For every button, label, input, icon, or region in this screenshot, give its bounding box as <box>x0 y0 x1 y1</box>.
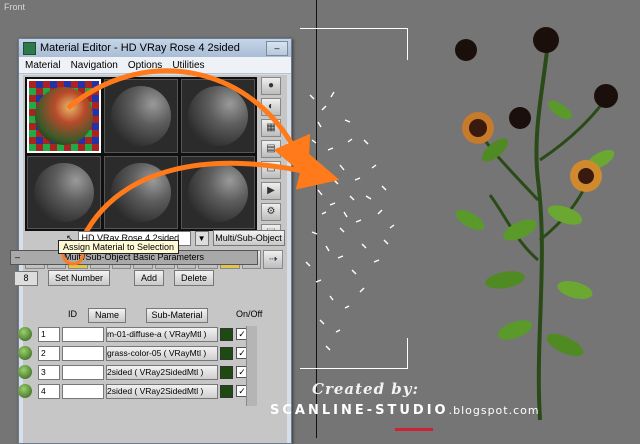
menu-options[interactable]: Options <box>128 60 162 71</box>
sample-slot-6[interactable] <box>181 155 255 229</box>
sub-material-button[interactable]: m-01-diffuse-a ( VRayMtl ) <box>106 327 218 342</box>
credit-domain: .blogspot.com <box>448 404 540 417</box>
window-title: Material Editor - HD VRay Rose 4 2sided <box>40 42 240 54</box>
sample-type-icon[interactable]: ● <box>261 77 281 95</box>
color-swatch[interactable] <box>220 366 233 379</box>
material-sphere <box>34 162 94 222</box>
color-swatch[interactable] <box>220 385 233 398</box>
material-swatch-icon <box>18 346 32 360</box>
sub-material-list: 1 m-01-diffuse-a ( VRayMtl ) ✓ 2 grass-c… <box>18 326 258 402</box>
material-swatch-icon <box>18 327 32 341</box>
name-field[interactable] <box>62 384 104 399</box>
tooltip: Assign Material to Selection <box>58 240 180 254</box>
add-button[interactable]: Add <box>134 270 165 286</box>
options-icon[interactable]: ⚙ <box>261 203 281 221</box>
name-field[interactable] <box>62 346 104 361</box>
sub-material-button[interactable]: grass-color-05 ( VRayMtl ) <box>106 346 218 361</box>
sample-slots <box>25 77 257 231</box>
material-swatch-icon <box>18 365 32 379</box>
make-preview-icon[interactable]: ▶ <box>261 182 281 200</box>
sub-material-button[interactable]: 2sided ( VRay2SidedMtl ) <box>106 384 218 399</box>
side-toolbar: ● ◐ ▦ ▤ ▭ ▶ ⚙ ⬚ <box>261 77 281 242</box>
minimize-button[interactable]: – <box>266 40 288 56</box>
sample-slot-5[interactable] <box>104 155 178 229</box>
column-name-button[interactable]: Name <box>88 308 126 323</box>
table-row: 3 2sided ( VRay2SidedMtl ) ✓ <box>18 364 258 380</box>
sample-slot-1[interactable] <box>27 79 101 153</box>
material-editor-icon <box>23 41 36 55</box>
chevron-down-icon[interactable]: ▼ <box>194 230 209 246</box>
material-sphere <box>111 162 171 222</box>
sample-slot-4[interactable] <box>27 155 101 229</box>
delete-button[interactable]: Delete <box>174 270 215 286</box>
sub-material-button[interactable]: 2sided ( VRay2SidedMtl ) <box>106 365 218 380</box>
particle-scatter <box>305 91 395 351</box>
name-field[interactable] <box>62 327 104 342</box>
collapse-icon: – <box>15 252 21 262</box>
column-sub-material-button[interactable]: Sub-Material <box>146 308 208 323</box>
rose-material-sphere <box>35 87 93 145</box>
credit-line-2: SCANLINE-STUDIO.blogspot.com <box>270 403 540 418</box>
material-sphere <box>111 86 171 146</box>
go-forward-icon[interactable]: ⇢ <box>263 249 284 269</box>
column-onoff: On/Off <box>236 309 263 319</box>
material-sphere <box>188 162 248 222</box>
color-swatch[interactable] <box>220 328 233 341</box>
uv-tiling-icon[interactable]: ▤ <box>261 140 281 158</box>
sample-slot-3[interactable] <box>181 79 255 153</box>
material-swatch-icon <box>18 384 32 398</box>
menu-material[interactable]: Material <box>25 60 61 71</box>
menu-navigation[interactable]: Navigation <box>71 60 118 71</box>
column-id: ID <box>68 309 77 319</box>
window-titlebar[interactable]: Material Editor - HD VRay Rose 4 2sided … <box>19 39 291 57</box>
rose-plant <box>455 27 618 421</box>
id-field[interactable]: 2 <box>38 346 60 361</box>
material-sphere <box>188 86 248 146</box>
backlight-icon[interactable]: ◐ <box>261 98 281 116</box>
video-check-icon[interactable]: ▭ <box>261 161 281 179</box>
sample-slot-2[interactable] <box>104 79 178 153</box>
id-field[interactable]: 4 <box>38 384 60 399</box>
credit-studio: SCANLINE-STUDIO <box>270 403 449 418</box>
list-scrollbar[interactable] <box>246 326 257 406</box>
background-icon[interactable]: ▦ <box>261 119 281 137</box>
material-count-field[interactable]: 8 <box>14 270 38 286</box>
table-row: 1 m-01-diffuse-a ( VRayMtl ) ✓ <box>18 326 258 342</box>
set-number-button[interactable]: Set Number <box>48 270 111 286</box>
id-field[interactable]: 3 <box>38 365 60 380</box>
credit-line-1: Created by: <box>312 380 420 398</box>
material-type-button[interactable]: Multi/Sub-Object <box>212 230 285 246</box>
name-field[interactable] <box>62 365 104 380</box>
id-field[interactable]: 1 <box>38 327 60 342</box>
table-row: 2 grass-color-05 ( VRayMtl ) ✓ <box>18 345 258 361</box>
table-row: 4 2sided ( VRay2SidedMtl ) ✓ <box>18 383 258 399</box>
menu-bar: Material Navigation Options Utilities <box>19 57 291 74</box>
origin-marker <box>395 428 433 431</box>
menu-utilities[interactable]: Utilities <box>172 60 204 71</box>
color-swatch[interactable] <box>220 347 233 360</box>
sub-count-row: 8 Set Number Add Delete <box>14 270 254 286</box>
